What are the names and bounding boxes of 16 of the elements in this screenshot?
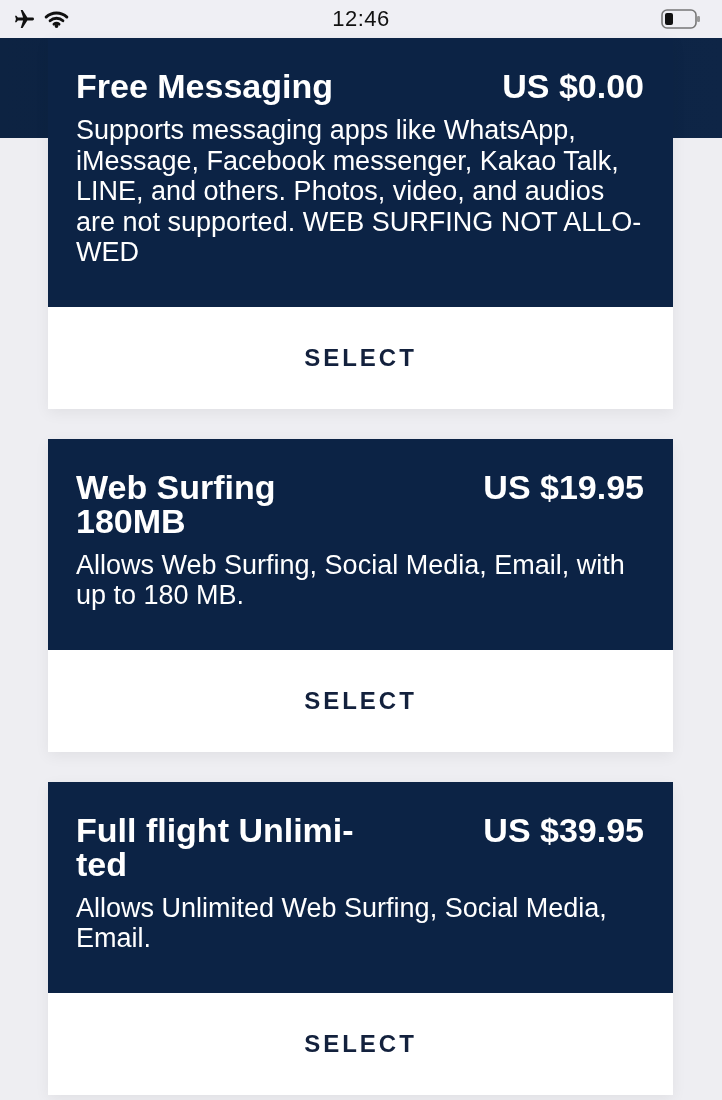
- battery-icon: [661, 9, 701, 29]
- plan-description: Supports messaging apps like WhatsApp, iMessage, Facebook messenger, Kakao Talk, LINE, and others. Photos, video, and audios are not supported. WEB SURFING NOT ALLO-WED: [76, 115, 643, 268]
- plan-description: Allows Unlimited Web Surfing, Social Media, Email.: [76, 892, 608, 954]
- status-time: 12:46: [332, 6, 390, 32]
- plan-description: Allows Web Surfing, Social Media, Email, with up to 180 MB.: [76, 549, 626, 611]
- plan-price: US $39.95: [483, 812, 644, 847]
- select-button[interactable]: SELECT: [48, 649, 673, 752]
- wifi-icon: [44, 10, 69, 28]
- airplane-icon: [14, 9, 35, 29]
- plan-title: Full flight Unlimi-ted: [76, 812, 355, 881]
- plan-title: Free Messaging: [76, 69, 333, 103]
- select-button[interactable]: SELECT: [48, 306, 673, 409]
- select-button[interactable]: SELECT: [48, 992, 673, 1095]
- plan-price: US $19.95: [483, 469, 644, 504]
- plan-title: Web Surfing 180MB: [76, 469, 277, 538]
- plan-price: US $0.00: [502, 69, 644, 103]
